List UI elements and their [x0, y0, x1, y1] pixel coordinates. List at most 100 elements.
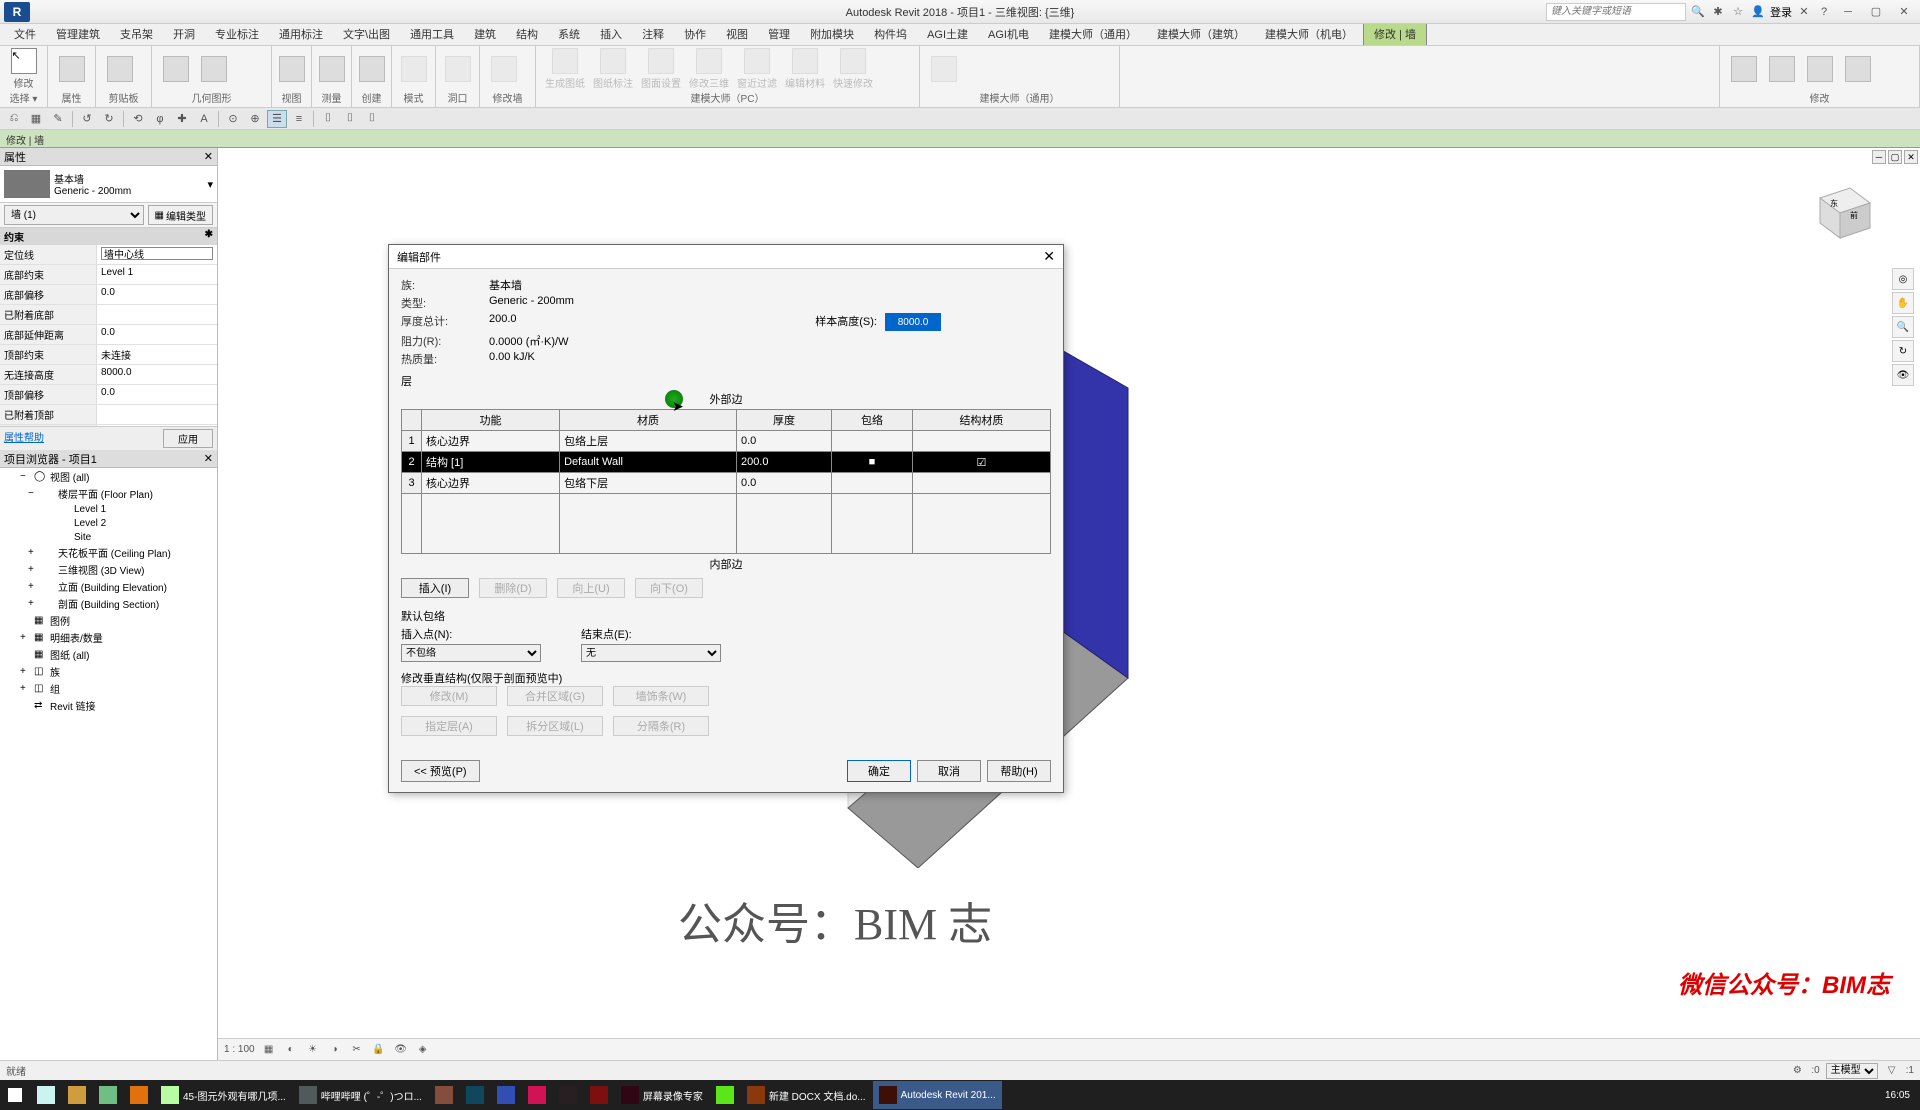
vert-struct-button[interactable]: 墙饰条(W): [613, 686, 709, 706]
ribbon-tab[interactable]: 结构: [506, 23, 548, 45]
modify-tool-d[interactable]: [1840, 48, 1876, 90]
ribbon-tab[interactable]: 注释: [632, 23, 674, 45]
nav-zoom-icon[interactable]: 🔍: [1892, 316, 1914, 338]
ribbon-tab[interactable]: 通用标注: [269, 23, 333, 45]
tree-item[interactable]: +三维视图 (3D View): [0, 561, 217, 578]
properties-help-link[interactable]: 属性帮助: [4, 429, 44, 448]
ribbon-tab[interactable]: 管理建筑: [46, 23, 110, 45]
maximize-button[interactable]: ▢: [1864, 3, 1888, 21]
ribbon-tab[interactable]: 修改 | 墙: [1363, 22, 1427, 45]
ribbon-tab[interactable]: 管理: [758, 23, 800, 45]
qat-btn[interactable]: ▦: [26, 110, 46, 128]
tree-item[interactable]: ⇄Revit 链接: [0, 697, 217, 714]
geom-tool-1[interactable]: [158, 48, 194, 90]
temp-hide-icon[interactable]: 👁: [393, 1042, 409, 1058]
star-icon[interactable]: ☆: [1730, 4, 1746, 20]
ribbon-tab[interactable]: 建模大师（通用）: [1039, 23, 1147, 45]
close-button[interactable]: ✕: [1892, 3, 1916, 21]
tree-item[interactable]: +◫组: [0, 680, 217, 697]
modify-tool-c[interactable]: [1802, 48, 1838, 90]
vert-struct-button[interactable]: 拆分区域(L): [507, 716, 603, 736]
create-tool[interactable]: [358, 48, 385, 90]
opening-tool[interactable]: [442, 48, 473, 90]
geom-tool-2[interactable]: [196, 48, 232, 90]
taskbar-item[interactable]: [491, 1081, 521, 1109]
detail-level-icon[interactable]: ▦: [261, 1042, 277, 1058]
ribbon-tab[interactable]: 系统: [548, 23, 590, 45]
view-scale[interactable]: 1 : 100: [224, 1044, 255, 1055]
taskbar-item[interactable]: [553, 1081, 583, 1109]
qat-btn[interactable]: ≡: [289, 110, 309, 128]
qat-btn[interactable]: ↺: [77, 110, 97, 128]
property-row[interactable]: 已附着顶部: [0, 405, 217, 425]
qat-btn[interactable]: ✚: [172, 110, 192, 128]
taskbar-item[interactable]: Autodesk Revit 201...: [873, 1081, 1002, 1109]
layer-row[interactable]: 2结构 [1]Default Wall200.0■☑: [402, 452, 1051, 473]
pc-tool[interactable]: 窗近过滤: [734, 48, 780, 90]
qat-btn[interactable]: ⎌: [4, 110, 24, 128]
nav-pan-icon[interactable]: ✋: [1892, 292, 1914, 314]
taskbar-item[interactable]: 新建 DOCX 文档.do...: [741, 1081, 872, 1109]
property-row[interactable]: 底部偏移0.0: [0, 285, 217, 305]
ribbon-tab[interactable]: AGI机电: [978, 23, 1039, 45]
tree-item[interactable]: +立面 (Building Elevation): [0, 578, 217, 595]
qat-btn[interactable]: φ: [150, 110, 170, 128]
property-row[interactable]: 底部约束Level 1: [0, 265, 217, 285]
tree-item[interactable]: −◯视图 (all): [0, 468, 217, 485]
qat-btn[interactable]: ⌷: [318, 110, 338, 128]
sub-icon[interactable]: ✱: [1710, 4, 1726, 20]
tree-item[interactable]: ▦图纸 (all): [0, 646, 217, 663]
down-button[interactable]: 向下(O): [635, 578, 703, 598]
nav-look-icon[interactable]: 👁: [1892, 364, 1914, 386]
mode-tool[interactable]: [398, 48, 429, 90]
taskbar-item[interactable]: 屏幕录像专家: [615, 1081, 709, 1109]
qat-btn[interactable]: ⊕: [245, 110, 265, 128]
property-row[interactable]: 定位线: [0, 245, 217, 265]
up-button[interactable]: 向上(U): [557, 578, 625, 598]
apply-button[interactable]: 应用: [163, 429, 213, 448]
type-selector[interactable]: 基本墙 Generic - 200mm ▾: [0, 166, 217, 203]
property-row[interactable]: 已附着底部: [0, 305, 217, 325]
taskbar-item[interactable]: [93, 1081, 123, 1109]
property-row[interactable]: 顶部偏移0.0: [0, 385, 217, 405]
nav-wheel-icon[interactable]: ◎: [1892, 268, 1914, 290]
taskbar-item[interactable]: [460, 1081, 490, 1109]
layer-row[interactable]: 1核心边界包络上层0.0: [402, 431, 1051, 452]
view-tool[interactable]: [278, 48, 305, 90]
sample-height-input[interactable]: [885, 313, 941, 331]
ribbon-tab[interactable]: 建模大师（建筑）: [1147, 23, 1255, 45]
modify-tool-a[interactable]: [1726, 48, 1762, 90]
qat-btn[interactable]: ⟲: [128, 110, 148, 128]
ok-button[interactable]: 确定: [847, 760, 911, 782]
tree-item[interactable]: +天花板平面 (Ceiling Plan): [0, 544, 217, 561]
tree-item[interactable]: ▦图例: [0, 612, 217, 629]
nav-orbit-icon[interactable]: ↻: [1892, 340, 1914, 362]
measure-tool[interactable]: [318, 48, 345, 90]
view-max-icon[interactable]: ▢: [1888, 150, 1902, 164]
qat-btn[interactable]: ☰: [267, 110, 287, 128]
taskbar-item[interactable]: 45-图元外观有哪几项...: [155, 1081, 292, 1109]
ribbon-tab[interactable]: 文字\出图: [333, 23, 400, 45]
pc-tool[interactable]: 编辑材料: [782, 48, 828, 90]
vert-struct-button[interactable]: 指定层(A): [401, 716, 497, 736]
qat-btn[interactable]: ⊙: [223, 110, 243, 128]
tree-item[interactable]: Site: [0, 530, 217, 544]
cancel-button[interactable]: 取消: [917, 760, 981, 782]
qat-btn[interactable]: ↻: [99, 110, 119, 128]
taskbar-item[interactable]: [124, 1081, 154, 1109]
ribbon-tab[interactable]: 构件坞: [864, 23, 917, 45]
properties-tool[interactable]: [54, 48, 89, 90]
view-min-icon[interactable]: ─: [1872, 150, 1886, 164]
layers-table[interactable]: 功能材质厚度包络结构材质 1核心边界包络上层0.02结构 [1]Default …: [401, 409, 1051, 554]
ribbon-tab[interactable]: 支吊架: [110, 23, 163, 45]
tree-item[interactable]: +▦明细表/数量: [0, 629, 217, 646]
taskbar-item[interactable]: 哔哩哔哩 (゜-゜)つロ...: [293, 1081, 428, 1109]
property-row[interactable]: 底部延伸距离0.0: [0, 325, 217, 345]
exchange-icon[interactable]: ✕: [1796, 4, 1812, 20]
help-button[interactable]: 帮助(H): [987, 760, 1051, 782]
element-filter[interactable]: 墙 (1): [4, 205, 144, 225]
dialog-close-icon[interactable]: ✕: [1043, 248, 1055, 265]
taskbar-item[interactable]: [584, 1081, 614, 1109]
login-link[interactable]: 登录: [1770, 4, 1792, 20]
ribbon-tab[interactable]: 开洞: [163, 23, 205, 45]
